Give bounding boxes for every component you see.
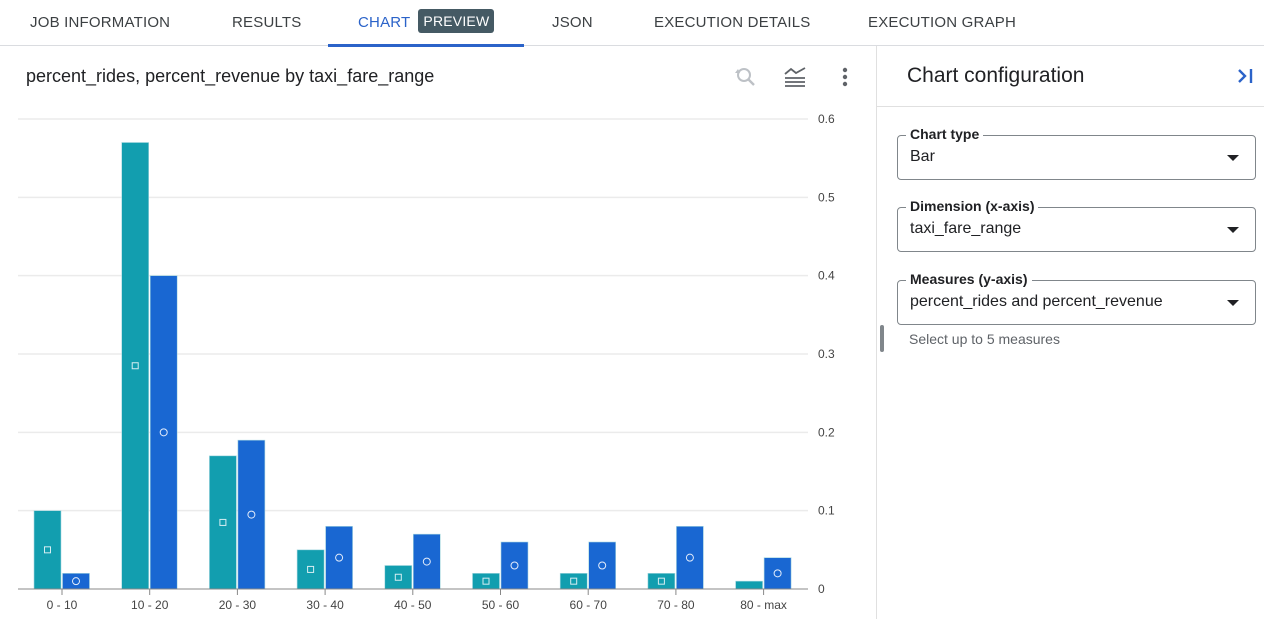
y-tick-label: 0.3 bbox=[818, 347, 835, 361]
bar-percent-revenue bbox=[62, 573, 90, 590]
tab-json[interactable]: JSON bbox=[552, 0, 593, 46]
y-tick-label: 0.4 bbox=[818, 269, 835, 283]
bar-percent-rides bbox=[121, 142, 149, 590]
bar-percent-revenue bbox=[412, 533, 441, 590]
bar-chart: 0 0.1 0.2 0.3 0.4 0.5 0.6 0 - 10 10 - 20 20 - 30 3… bbox=[18, 112, 835, 612]
bar-percent-rides bbox=[384, 565, 413, 590]
measures-select[interactable]: Measures (y-axis) percent_rides and perc… bbox=[897, 271, 1256, 325]
field-label: Chart type bbox=[906, 126, 984, 142]
tab-label: EXECUTION GRAPH bbox=[868, 14, 1017, 31]
tab-label: RESULTS bbox=[232, 14, 302, 31]
tab-execution-graph[interactable]: EXECUTION GRAPH bbox=[868, 0, 1016, 46]
tab-job-information[interactable]: JOB INFORMATION bbox=[30, 0, 170, 46]
chart-type-select[interactable]: Chart type Bar bbox=[897, 126, 1256, 180]
y-tick-label: 0.5 bbox=[818, 190, 835, 204]
panel-title: Chart configuration bbox=[907, 64, 1085, 87]
y-tick-label: 0 bbox=[818, 582, 825, 596]
bar-percent-revenue bbox=[763, 557, 792, 590]
x-tick-label: 60 - 70 bbox=[570, 598, 608, 612]
collapse-panel-icon[interactable] bbox=[1235, 65, 1257, 87]
y-tick-label: 0.6 bbox=[818, 112, 835, 126]
bar-percent-rides bbox=[296, 549, 325, 590]
bar-percent-revenue bbox=[237, 439, 266, 590]
field-value: taxi_fare_range bbox=[910, 220, 1022, 237]
dropdown-arrow-icon bbox=[1227, 227, 1239, 233]
chart-configuration-panel: Chart configuration Chart type Bar Dimen… bbox=[877, 46, 1264, 619]
tab-results[interactable]: RESULTS bbox=[232, 0, 301, 46]
bar-percent-rides bbox=[209, 455, 237, 590]
bar-percent-revenue bbox=[588, 541, 617, 590]
bar-percent-revenue bbox=[676, 526, 704, 590]
bar-percent-revenue bbox=[500, 541, 529, 590]
bar-percent-rides bbox=[559, 573, 588, 590]
tab-execution-details[interactable]: EXECUTION DETAILS bbox=[654, 0, 810, 46]
x-tick-label: 20 - 30 bbox=[219, 598, 257, 612]
bar-percent-rides bbox=[33, 510, 62, 590]
field-label: Dimension (x-axis) bbox=[906, 198, 1039, 214]
chart-area: percent_rides, percent_revenue by taxi_f… bbox=[0, 46, 876, 619]
preview-badge: PREVIEW bbox=[418, 9, 495, 33]
y-tick-label: 0.2 bbox=[818, 425, 835, 439]
tab-label: JOB INFORMATION bbox=[30, 14, 171, 31]
x-tick-label: 10 - 20 bbox=[131, 598, 169, 612]
tab-bar: JOB INFORMATION RESULTS CHART PREVIEW JSO… bbox=[0, 0, 1264, 47]
field-label: Measures (y-axis) bbox=[906, 271, 1032, 287]
bar-percent-revenue bbox=[149, 275, 178, 590]
tab-label: EXECUTION DETAILS bbox=[654, 14, 811, 31]
tab-label: JSON bbox=[552, 14, 593, 31]
dimension-select[interactable]: Dimension (x-axis) taxi_fare_range bbox=[897, 198, 1256, 252]
measures-hint: Select up to 5 measures bbox=[909, 331, 1060, 347]
dropdown-arrow-icon bbox=[1227, 155, 1239, 161]
bar-percent-rides bbox=[472, 573, 500, 590]
x-tick-label: 30 - 40 bbox=[306, 598, 344, 612]
x-tick-label: 0 - 10 bbox=[47, 598, 78, 612]
bar-percent-revenue bbox=[325, 526, 353, 590]
y-tick-label: 0.1 bbox=[818, 504, 835, 518]
x-tick-label: 80 - max bbox=[740, 598, 787, 612]
bar-percent-rides bbox=[735, 580, 763, 590]
bar-percent-rides bbox=[647, 573, 676, 590]
field-value: Bar bbox=[910, 148, 935, 165]
dropdown-arrow-icon bbox=[1227, 300, 1239, 306]
tab-label: CHART bbox=[358, 14, 411, 31]
x-tick-label: 50 - 60 bbox=[482, 598, 520, 612]
field-value: percent_rides and percent_revenue bbox=[910, 293, 1163, 310]
x-tick-label: 70 - 80 bbox=[657, 598, 695, 612]
x-tick-label: 40 - 50 bbox=[394, 598, 432, 612]
panel-separator bbox=[877, 106, 1264, 107]
tab-chart[interactable]: CHART PREVIEW bbox=[327, 0, 525, 47]
